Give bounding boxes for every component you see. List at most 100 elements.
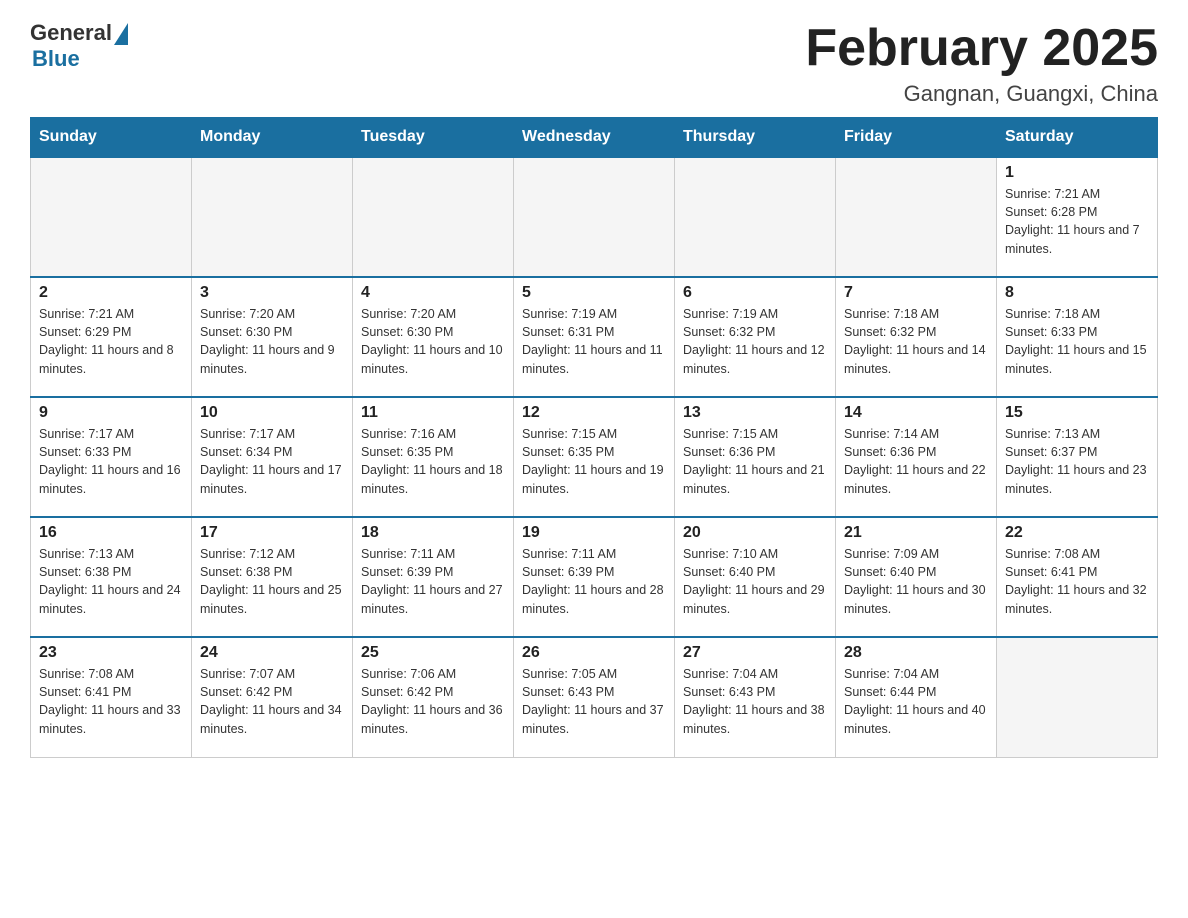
day-number: 21 (844, 524, 988, 542)
day-number: 22 (1005, 524, 1149, 542)
day-number: 27 (683, 644, 827, 662)
day-number: 8 (1005, 284, 1149, 302)
title-block: February 2025 Gangnan, Guangxi, China (805, 20, 1158, 107)
calendar-cell: 11 Sunrise: 7:16 AMSunset: 6:35 PMDayligh… (353, 397, 514, 517)
day-info: Sunrise: 7:20 AMSunset: 6:30 PMDaylight:… (200, 305, 344, 378)
day-info: Sunrise: 7:18 AMSunset: 6:33 PMDaylight:… (1005, 305, 1149, 378)
calendar-cell (675, 157, 836, 277)
day-number: 14 (844, 404, 988, 422)
logo-triangle-icon (114, 23, 128, 45)
day-number: 3 (200, 284, 344, 302)
day-info: Sunrise: 7:18 AMSunset: 6:32 PMDaylight:… (844, 305, 988, 378)
day-number: 9 (39, 404, 183, 422)
day-info: Sunrise: 7:19 AMSunset: 6:31 PMDaylight:… (522, 305, 666, 378)
day-number: 11 (361, 404, 505, 422)
calendar-cell (353, 157, 514, 277)
day-info: Sunrise: 7:12 AMSunset: 6:38 PMDaylight:… (200, 545, 344, 618)
calendar-cell (997, 637, 1158, 757)
calendar-cell: 12 Sunrise: 7:15 AMSunset: 6:35 PMDayligh… (514, 397, 675, 517)
calendar-cell: 8 Sunrise: 7:18 AMSunset: 6:33 PMDaylight… (997, 277, 1158, 397)
day-info: Sunrise: 7:13 AMSunset: 6:37 PMDaylight:… (1005, 425, 1149, 498)
day-number: 12 (522, 404, 666, 422)
day-info: Sunrise: 7:11 AMSunset: 6:39 PMDaylight:… (361, 545, 505, 618)
day-info: Sunrise: 7:04 AMSunset: 6:43 PMDaylight:… (683, 665, 827, 738)
calendar-cell: 1Sunrise: 7:21 AMSunset: 6:28 PMDaylight… (997, 157, 1158, 277)
calendar-cell: 3 Sunrise: 7:20 AMSunset: 6:30 PMDaylight… (192, 277, 353, 397)
calendar-cell: 17 Sunrise: 7:12 AMSunset: 6:38 PMDayligh… (192, 517, 353, 637)
day-info: Sunrise: 7:16 AMSunset: 6:35 PMDaylight:… (361, 425, 505, 498)
day-info: Sunrise: 7:05 AMSunset: 6:43 PMDaylight:… (522, 665, 666, 738)
day-number: 1 (1005, 164, 1149, 182)
day-number: 26 (522, 644, 666, 662)
location-title: Gangnan, Guangxi, China (805, 81, 1158, 107)
calendar-cell: 10Sunrise: 7:17 AMSunset: 6:34 PMDayligh… (192, 397, 353, 517)
calendar-cell (192, 157, 353, 277)
day-info: Sunrise: 7:15 AMSunset: 6:35 PMDaylight:… (522, 425, 666, 498)
calendar-cell: 23 Sunrise: 7:08 AMSunset: 6:41 PMDayligh… (31, 637, 192, 757)
weekday-header-wednesday: Wednesday (514, 118, 675, 158)
calendar-cell: 16Sunrise: 7:13 AMSunset: 6:38 PMDayligh… (31, 517, 192, 637)
day-info: Sunrise: 7:04 AMSunset: 6:44 PMDaylight:… (844, 665, 988, 738)
day-info: Sunrise: 7:10 AMSunset: 6:40 PMDaylight:… (683, 545, 827, 618)
calendar-cell: 15 Sunrise: 7:13 AMSunset: 6:37 PMDayligh… (997, 397, 1158, 517)
calendar-cell: 26 Sunrise: 7:05 AMSunset: 6:43 PMDayligh… (514, 637, 675, 757)
calendar-cell: 4 Sunrise: 7:20 AMSunset: 6:30 PMDaylight… (353, 277, 514, 397)
calendar-cell (836, 157, 997, 277)
day-info: Sunrise: 7:09 AMSunset: 6:40 PMDaylight:… (844, 545, 988, 618)
calendar-cell: 2 Sunrise: 7:21 AMSunset: 6:29 PMDaylight… (31, 277, 192, 397)
calendar-table: SundayMondayTuesdayWednesdayThursdayFrid… (30, 117, 1158, 758)
logo-general-text: General (30, 20, 112, 46)
day-info: Sunrise: 7:07 AMSunset: 6:42 PMDaylight:… (200, 665, 344, 738)
calendar-week-2: 2 Sunrise: 7:21 AMSunset: 6:29 PMDaylight… (31, 277, 1158, 397)
calendar-cell: 27 Sunrise: 7:04 AMSunset: 6:43 PMDayligh… (675, 637, 836, 757)
calendar-cell: 5 Sunrise: 7:19 AMSunset: 6:31 PMDaylight… (514, 277, 675, 397)
calendar-cell: 20 Sunrise: 7:10 AMSunset: 6:40 PMDayligh… (675, 517, 836, 637)
day-number: 13 (683, 404, 827, 422)
day-number: 6 (683, 284, 827, 302)
calendar-header-row: SundayMondayTuesdayWednesdayThursdayFrid… (31, 118, 1158, 158)
calendar-cell: 13Sunrise: 7:15 AMSunset: 6:36 PMDayligh… (675, 397, 836, 517)
calendar-week-4: 16Sunrise: 7:13 AMSunset: 6:38 PMDayligh… (31, 517, 1158, 637)
day-number: 23 (39, 644, 183, 662)
calendar-cell: 22 Sunrise: 7:08 AMSunset: 6:41 PMDayligh… (997, 517, 1158, 637)
day-info: Sunrise: 7:08 AMSunset: 6:41 PMDaylight:… (39, 665, 183, 738)
day-number: 15 (1005, 404, 1149, 422)
day-info: Sunrise: 7:11 AMSunset: 6:39 PMDaylight:… (522, 545, 666, 618)
weekday-header-monday: Monday (192, 118, 353, 158)
day-number: 7 (844, 284, 988, 302)
calendar-week-5: 23 Sunrise: 7:08 AMSunset: 6:41 PMDayligh… (31, 637, 1158, 757)
calendar-cell: 6Sunrise: 7:19 AMSunset: 6:32 PMDaylight… (675, 277, 836, 397)
day-number: 17 (200, 524, 344, 542)
day-info: Sunrise: 7:21 AMSunset: 6:29 PMDaylight:… (39, 305, 183, 378)
day-number: 16 (39, 524, 183, 542)
day-info: Sunrise: 7:06 AMSunset: 6:42 PMDaylight:… (361, 665, 505, 738)
logo: General Blue (30, 20, 128, 72)
calendar-cell: 25 Sunrise: 7:06 AMSunset: 6:42 PMDayligh… (353, 637, 514, 757)
day-number: 5 (522, 284, 666, 302)
day-number: 19 (522, 524, 666, 542)
weekday-header-sunday: Sunday (31, 118, 192, 158)
weekday-header-thursday: Thursday (675, 118, 836, 158)
calendar-cell: 28 Sunrise: 7:04 AMSunset: 6:44 PMDayligh… (836, 637, 997, 757)
day-number: 4 (361, 284, 505, 302)
day-number: 20 (683, 524, 827, 542)
calendar-cell: 19 Sunrise: 7:11 AMSunset: 6:39 PMDayligh… (514, 517, 675, 637)
weekday-header-tuesday: Tuesday (353, 118, 514, 158)
day-number: 18 (361, 524, 505, 542)
logo-blue-text: Blue (32, 46, 80, 72)
calendar-cell: 7 Sunrise: 7:18 AMSunset: 6:32 PMDaylight… (836, 277, 997, 397)
day-info: Sunrise: 7:17 AMSunset: 6:33 PMDaylight:… (39, 425, 183, 498)
day-info: Sunrise: 7:08 AMSunset: 6:41 PMDaylight:… (1005, 545, 1149, 618)
day-number: 28 (844, 644, 988, 662)
page-header: General Blue February 2025 Gangnan, Guan… (30, 20, 1158, 107)
day-info: Sunrise: 7:20 AMSunset: 6:30 PMDaylight:… (361, 305, 505, 378)
day-number: 10 (200, 404, 344, 422)
calendar-week-1: 1Sunrise: 7:21 AMSunset: 6:28 PMDaylight… (31, 157, 1158, 277)
calendar-cell: 24Sunrise: 7:07 AMSunset: 6:42 PMDayligh… (192, 637, 353, 757)
weekday-header-friday: Friday (836, 118, 997, 158)
day-number: 25 (361, 644, 505, 662)
weekday-header-saturday: Saturday (997, 118, 1158, 158)
calendar-cell: 14Sunrise: 7:14 AMSunset: 6:36 PMDayligh… (836, 397, 997, 517)
day-number: 2 (39, 284, 183, 302)
calendar-cell: 18 Sunrise: 7:11 AMSunset: 6:39 PMDayligh… (353, 517, 514, 637)
